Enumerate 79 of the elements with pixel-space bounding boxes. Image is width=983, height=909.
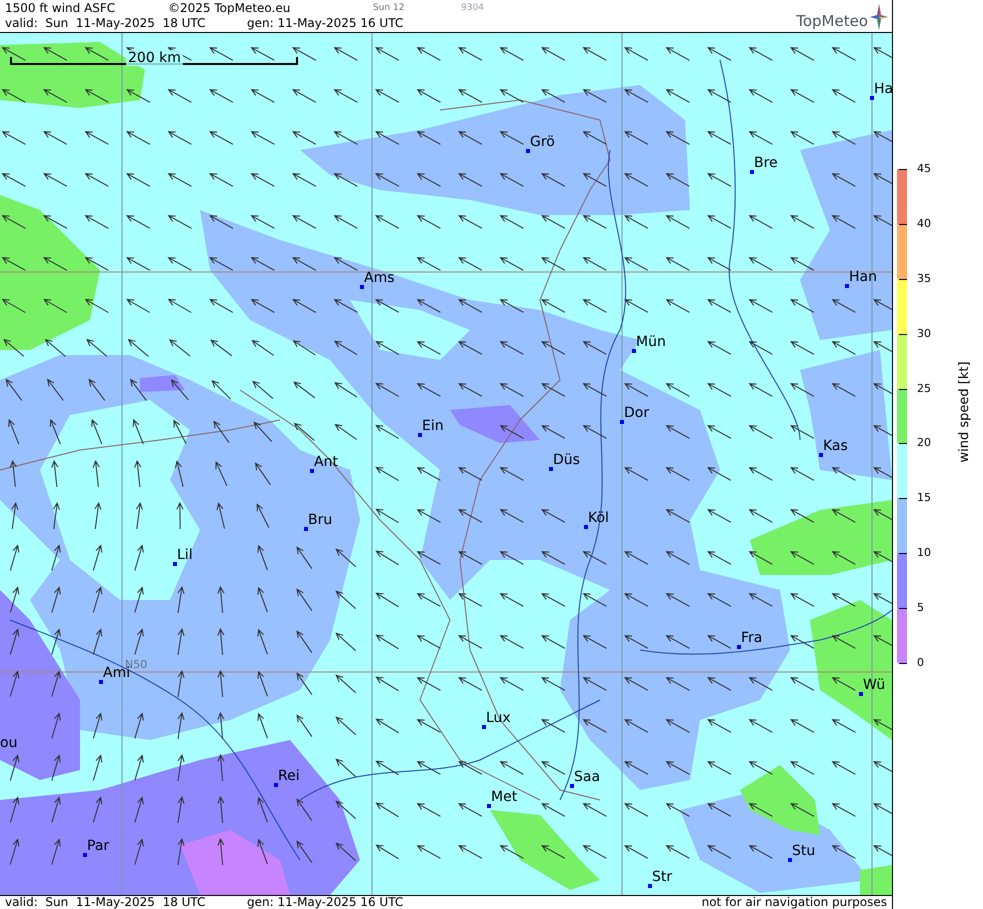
valid-time-text: valid: Sun 11-May-2025 18 UTC	[5, 16, 206, 31]
city-marker	[632, 349, 636, 353]
day-label: Sun 12	[373, 2, 406, 15]
scale-label: 200 km	[126, 50, 183, 66]
copyright-text: ©2025 TopMeteo.eu	[168, 1, 292, 16]
tick-label: 15	[917, 492, 931, 504]
tick-label: 35	[917, 272, 931, 285]
tick-label: 20	[917, 437, 931, 450]
city-label: Dor	[624, 406, 650, 421]
legend-title: wind speed [kt]	[958, 361, 972, 463]
city-label: Bre	[754, 156, 778, 171]
city-marker	[648, 884, 652, 888]
tick-label: 40	[917, 218, 931, 230]
city-label: Mün	[636, 335, 666, 350]
city-marker	[173, 562, 177, 566]
city-label: Bru	[308, 513, 332, 528]
city-label: Par	[87, 839, 110, 854]
city-marker	[737, 645, 741, 649]
city-marker	[482, 725, 486, 729]
city-label: Grö	[530, 135, 555, 150]
tick-label: 45	[917, 163, 931, 175]
tick-mark	[899, 608, 907, 610]
city-label: Lil	[177, 548, 193, 563]
city-label: Köl	[588, 511, 609, 526]
generated-time-text: gen: 11-May-2025 16 UTC	[247, 896, 404, 909]
city-label: Stu	[792, 844, 816, 859]
city-label: Han	[849, 270, 877, 285]
tick-label: 0	[917, 657, 924, 669]
city-marker	[549, 467, 553, 471]
city-label: Ams	[364, 271, 395, 286]
tick-mark	[899, 224, 907, 225]
city-label: Kas	[823, 439, 848, 454]
logo-text: TopMeteo	[796, 12, 868, 30]
city-label: Ein	[422, 419, 444, 434]
city-marker	[620, 420, 624, 424]
city-label: ou	[0, 736, 18, 751]
valid-time-text: valid: Sun 11-May-2025 18 UTC	[5, 896, 206, 909]
disclaimer-text: not for air navigation purposes	[702, 896, 887, 909]
city-marker	[526, 149, 530, 153]
city-marker	[310, 469, 314, 473]
city-marker	[83, 853, 87, 857]
city-marker	[99, 680, 103, 684]
city-label: Düs	[553, 453, 580, 468]
tick-label: 10	[917, 547, 931, 560]
city-marker	[584, 525, 588, 529]
city-marker	[274, 783, 278, 787]
city-label: Str	[652, 870, 672, 885]
tick-mark	[899, 553, 907, 554]
tick-mark	[899, 388, 907, 390]
city-marker	[570, 784, 574, 788]
city-marker	[418, 433, 422, 437]
city-marker	[788, 858, 792, 862]
city-marker	[304, 527, 308, 531]
compass-star-icon	[870, 4, 888, 30]
tick-mark	[899, 278, 907, 280]
tick-mark	[899, 443, 907, 444]
tick-mark	[899, 498, 907, 500]
city-marker	[819, 453, 823, 457]
city-label: Wü	[863, 678, 886, 693]
tick-mark	[899, 663, 907, 664]
code-label: 9304	[461, 2, 484, 15]
tick-label: 25	[917, 382, 931, 395]
city-marker	[845, 284, 849, 288]
tick-mark	[899, 169, 907, 170]
city-marker	[870, 96, 874, 100]
city-marker	[859, 692, 863, 696]
city-label: Ha	[874, 82, 892, 97]
tick-label: 30	[917, 328, 931, 340]
product-title: 1500 ft wind ASFC	[5, 1, 116, 16]
city-marker	[360, 285, 364, 289]
city-marker	[487, 804, 491, 808]
city-marker	[750, 170, 754, 174]
generated-time-text: gen: 11-May-2025 16 UTC	[247, 16, 404, 31]
city-label: Fra	[741, 631, 762, 646]
city-label: Saa	[574, 770, 600, 785]
city-label: Met	[491, 790, 518, 805]
city-label: Rei	[278, 769, 300, 784]
tick-label: 5	[917, 602, 924, 614]
tick-mark	[899, 334, 907, 335]
